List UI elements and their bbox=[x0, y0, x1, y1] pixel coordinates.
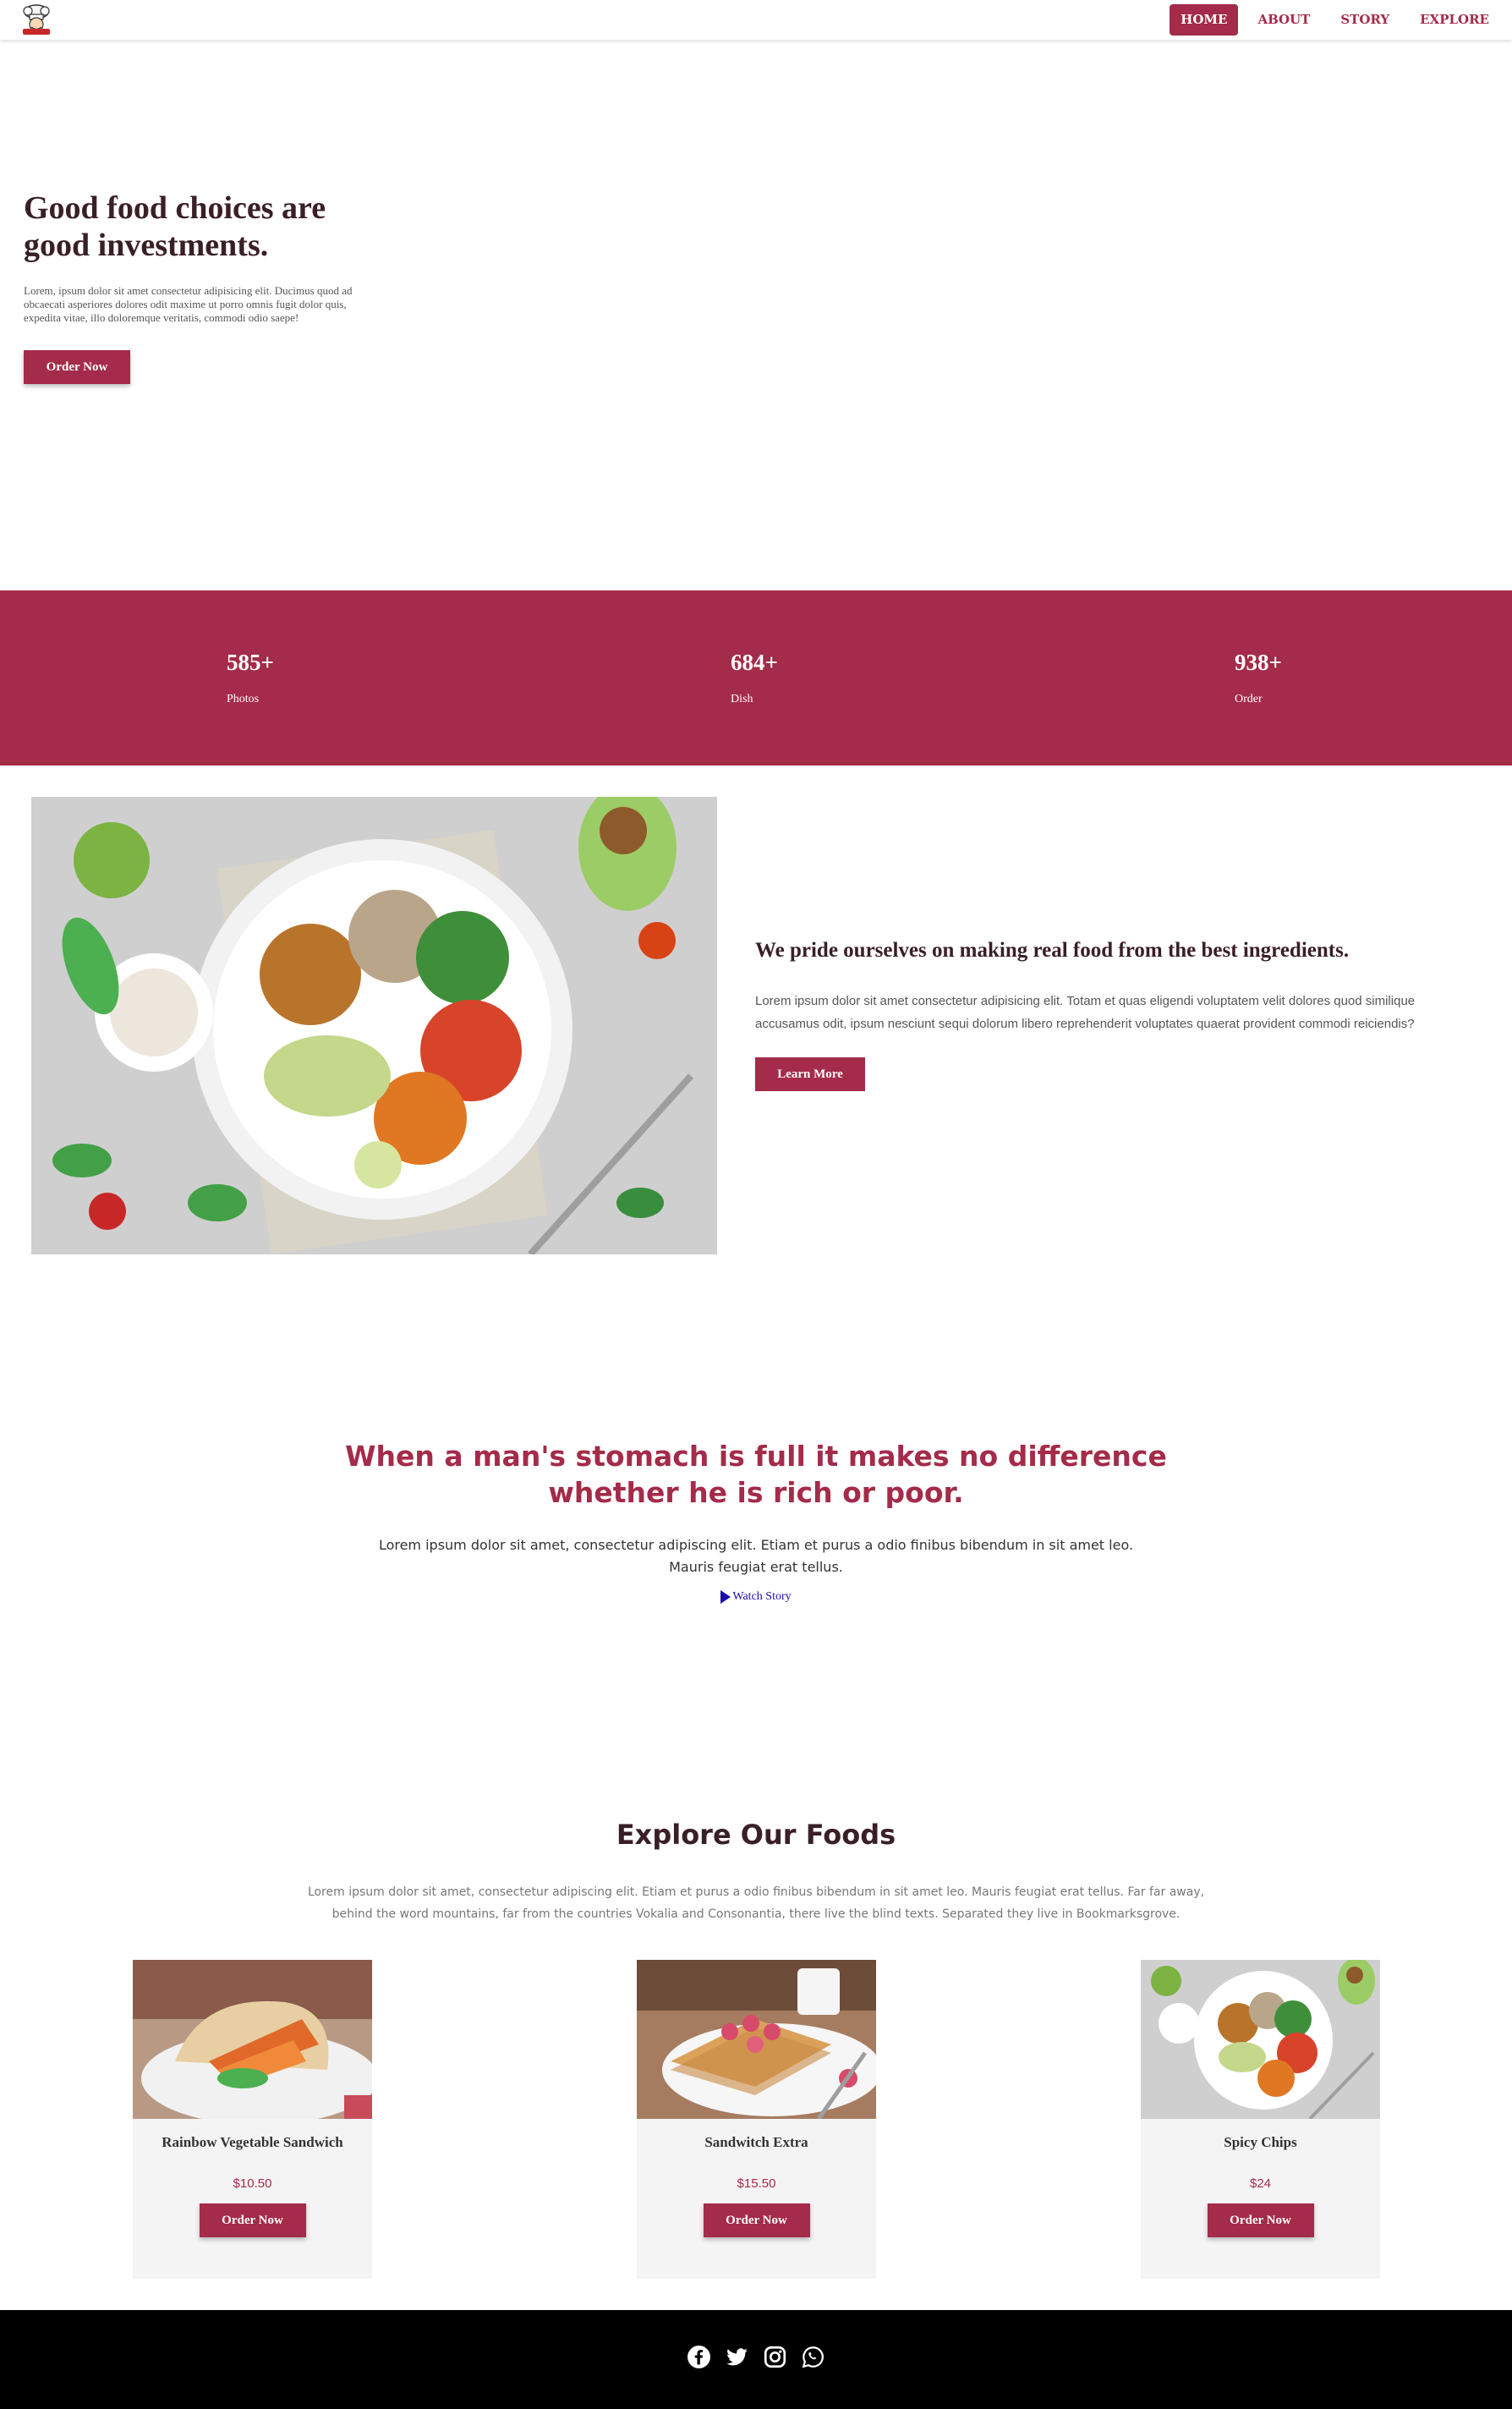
watch-story-label: Watch Story bbox=[732, 1590, 792, 1603]
card-button-wrap: Order Now bbox=[1141, 2203, 1380, 2237]
stat-photos: 585+ Photos bbox=[227, 650, 274, 706]
hero-section: Good food choices are good investments. … bbox=[24, 189, 379, 384]
social-links bbox=[0, 2346, 1512, 2368]
food-card: Sandwitch Extra $15.50 Order Now bbox=[637, 1960, 876, 2279]
food-card: Rainbow Vegetable Sandwich $10.50 Order … bbox=[133, 1960, 372, 2279]
card-order-button[interactable]: Order Now bbox=[703, 2203, 810, 2237]
stat-label: Photos bbox=[227, 693, 260, 705]
stats-banner: 585+ Photos 684+ Dish 938+ Order bbox=[0, 590, 1512, 766]
watch-story-link[interactable]: Watch Story bbox=[720, 1590, 792, 1604]
nav-explore[interactable]: EXPLORE bbox=[1409, 4, 1500, 36]
story-quote: When a man's stomach is full it makes no… bbox=[345, 1440, 1167, 1509]
story-text: Lorem ipsum dolor sit amet, consectetur … bbox=[378, 1537, 1134, 1575]
food-name: Rainbow Vegetable Sandwich bbox=[162, 2134, 343, 2150]
stat-label: Dish bbox=[731, 693, 753, 705]
card-order-button[interactable]: Order Now bbox=[1207, 2203, 1314, 2237]
food-image-pancake bbox=[637, 1960, 876, 2119]
twitter-icon[interactable] bbox=[726, 2346, 748, 2368]
play-icon bbox=[720, 1590, 731, 1604]
hero-text: Lorem, ipsum dolor sit amet consectetur … bbox=[24, 284, 353, 324]
stat-value: 684+ bbox=[731, 650, 778, 675]
explore-text: Lorem ipsum dolor sit amet, consectetur … bbox=[307, 1885, 1205, 1921]
food-image-sandwich bbox=[133, 1960, 372, 2119]
food-price: $10.50 bbox=[233, 2176, 272, 2191]
chef-logo-icon[interactable] bbox=[19, 3, 54, 36]
card-button-wrap: Order Now bbox=[133, 2203, 372, 2237]
facebook-icon[interactable] bbox=[688, 2346, 710, 2368]
instagram-icon[interactable] bbox=[764, 2346, 786, 2368]
food-name: Spicy Chips bbox=[1224, 2134, 1297, 2150]
card-button-wrap: Order Now bbox=[637, 2203, 876, 2237]
whatsapp-icon[interactable] bbox=[802, 2346, 824, 2368]
nav-about[interactable]: ABOUT bbox=[1246, 4, 1321, 36]
stat-order: 938+ Order bbox=[1235, 650, 1282, 706]
stat-value: 938+ bbox=[1235, 650, 1282, 675]
about-section: We pride ourselves on making real food f… bbox=[755, 939, 1432, 1091]
food-name: Sandwitch Extra bbox=[704, 2134, 808, 2150]
story-section: When a man's stomach is full it makes no… bbox=[333, 1438, 1179, 1607]
about-title: We pride ourselves on making real food f… bbox=[755, 939, 1350, 962]
food-card: Spicy Chips $24 Order Now bbox=[1141, 1960, 1380, 2279]
main-nav: HOME ABOUT STORY EXPLORE bbox=[1170, 4, 1500, 36]
nav-story[interactable]: STORY bbox=[1329, 4, 1400, 36]
explore-title: Explore Our Foods bbox=[616, 1819, 896, 1851]
hero-order-button[interactable]: Order Now bbox=[24, 350, 130, 384]
stat-dish: 684+ Dish bbox=[731, 650, 778, 706]
stat-label: Order bbox=[1235, 693, 1263, 705]
learn-more-button[interactable]: Learn More bbox=[755, 1057, 865, 1091]
card-order-button[interactable]: Order Now bbox=[199, 2203, 306, 2237]
navbar: HOME ABOUT STORY EXPLORE bbox=[0, 0, 1512, 40]
food-image-salad bbox=[1141, 1960, 1380, 2119]
food-price: $15.50 bbox=[737, 2176, 776, 2191]
food-price: $24 bbox=[1249, 2176, 1272, 2191]
hero-title: Good food choices are good investments. bbox=[24, 190, 326, 263]
footer bbox=[0, 2310, 1512, 2409]
about-food-image bbox=[31, 797, 717, 1254]
about-text: Lorem ipsum dolor sit amet consectetur a… bbox=[755, 994, 1416, 1031]
nav-home[interactable]: HOME bbox=[1170, 4, 1239, 36]
stat-value: 585+ bbox=[227, 650, 274, 675]
